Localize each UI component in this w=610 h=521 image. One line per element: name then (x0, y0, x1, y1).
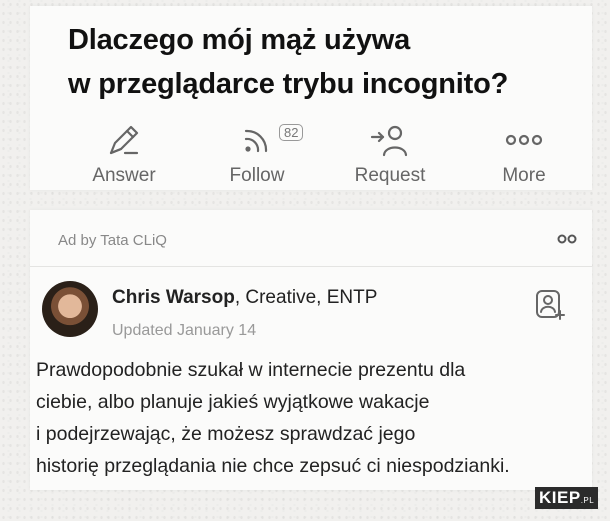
answer-text-line: historię przeglądania nie chce zepsuć ci… (36, 455, 510, 477)
rss-follow-icon (244, 129, 268, 153)
kiep-watermark-logo: KIEP.PL (535, 487, 599, 509)
answer-text: Prawdopodobnie szukał w internecie preze… (36, 354, 596, 482)
answer-text-line: ciebie, albo planuje jakieś wyjątkowe wa… (36, 391, 430, 413)
follow-count-badge: 82 (279, 124, 304, 141)
question-line-1: Dlaczego mój mąż używa (68, 24, 411, 56)
answer-text-line: Prawdopodobnie szukał w internecie preze… (36, 359, 466, 381)
answer-button[interactable]: Answer (64, 122, 184, 187)
author-name[interactable]: Chris Warsop (112, 287, 235, 308)
request-label: Request (354, 165, 426, 186)
question-title[interactable]: Dlaczego mój mąż używa w przeglądarce tr… (68, 18, 588, 106)
request-button[interactable]: Request (330, 122, 450, 187)
add-profile-icon (536, 290, 565, 320)
answer-text-line: i podejrzewając, że możesz sprawdzać jeg… (36, 423, 416, 445)
updated-date[interactable]: Updated January 14 (112, 322, 256, 340)
ad-label: Ad by Tata CLiQ (58, 232, 167, 249)
follow-label: Follow (229, 165, 285, 186)
follow-author-button[interactable] (534, 288, 566, 327)
answer-label: Answer (92, 165, 156, 186)
avatar[interactable] (42, 281, 98, 337)
ad-options-icon (557, 234, 577, 244)
divider (30, 266, 592, 267)
question-actions: Answer 82 Follow Request More (64, 122, 574, 192)
more-button[interactable]: More (464, 122, 584, 187)
ad-options-button[interactable] (556, 232, 578, 250)
author-credential: , Creative, ENTP (234, 287, 378, 308)
request-user-icon (370, 125, 408, 157)
follow-button[interactable]: 82 Follow (197, 122, 317, 187)
more-dots-icon (505, 134, 543, 146)
author-line: Chris Warsop, Creative, ENTP (112, 287, 377, 309)
more-label: More (502, 165, 546, 186)
question-line-2: w przeglądarce trybu incognito? (68, 68, 509, 100)
edit-icon (109, 125, 139, 155)
